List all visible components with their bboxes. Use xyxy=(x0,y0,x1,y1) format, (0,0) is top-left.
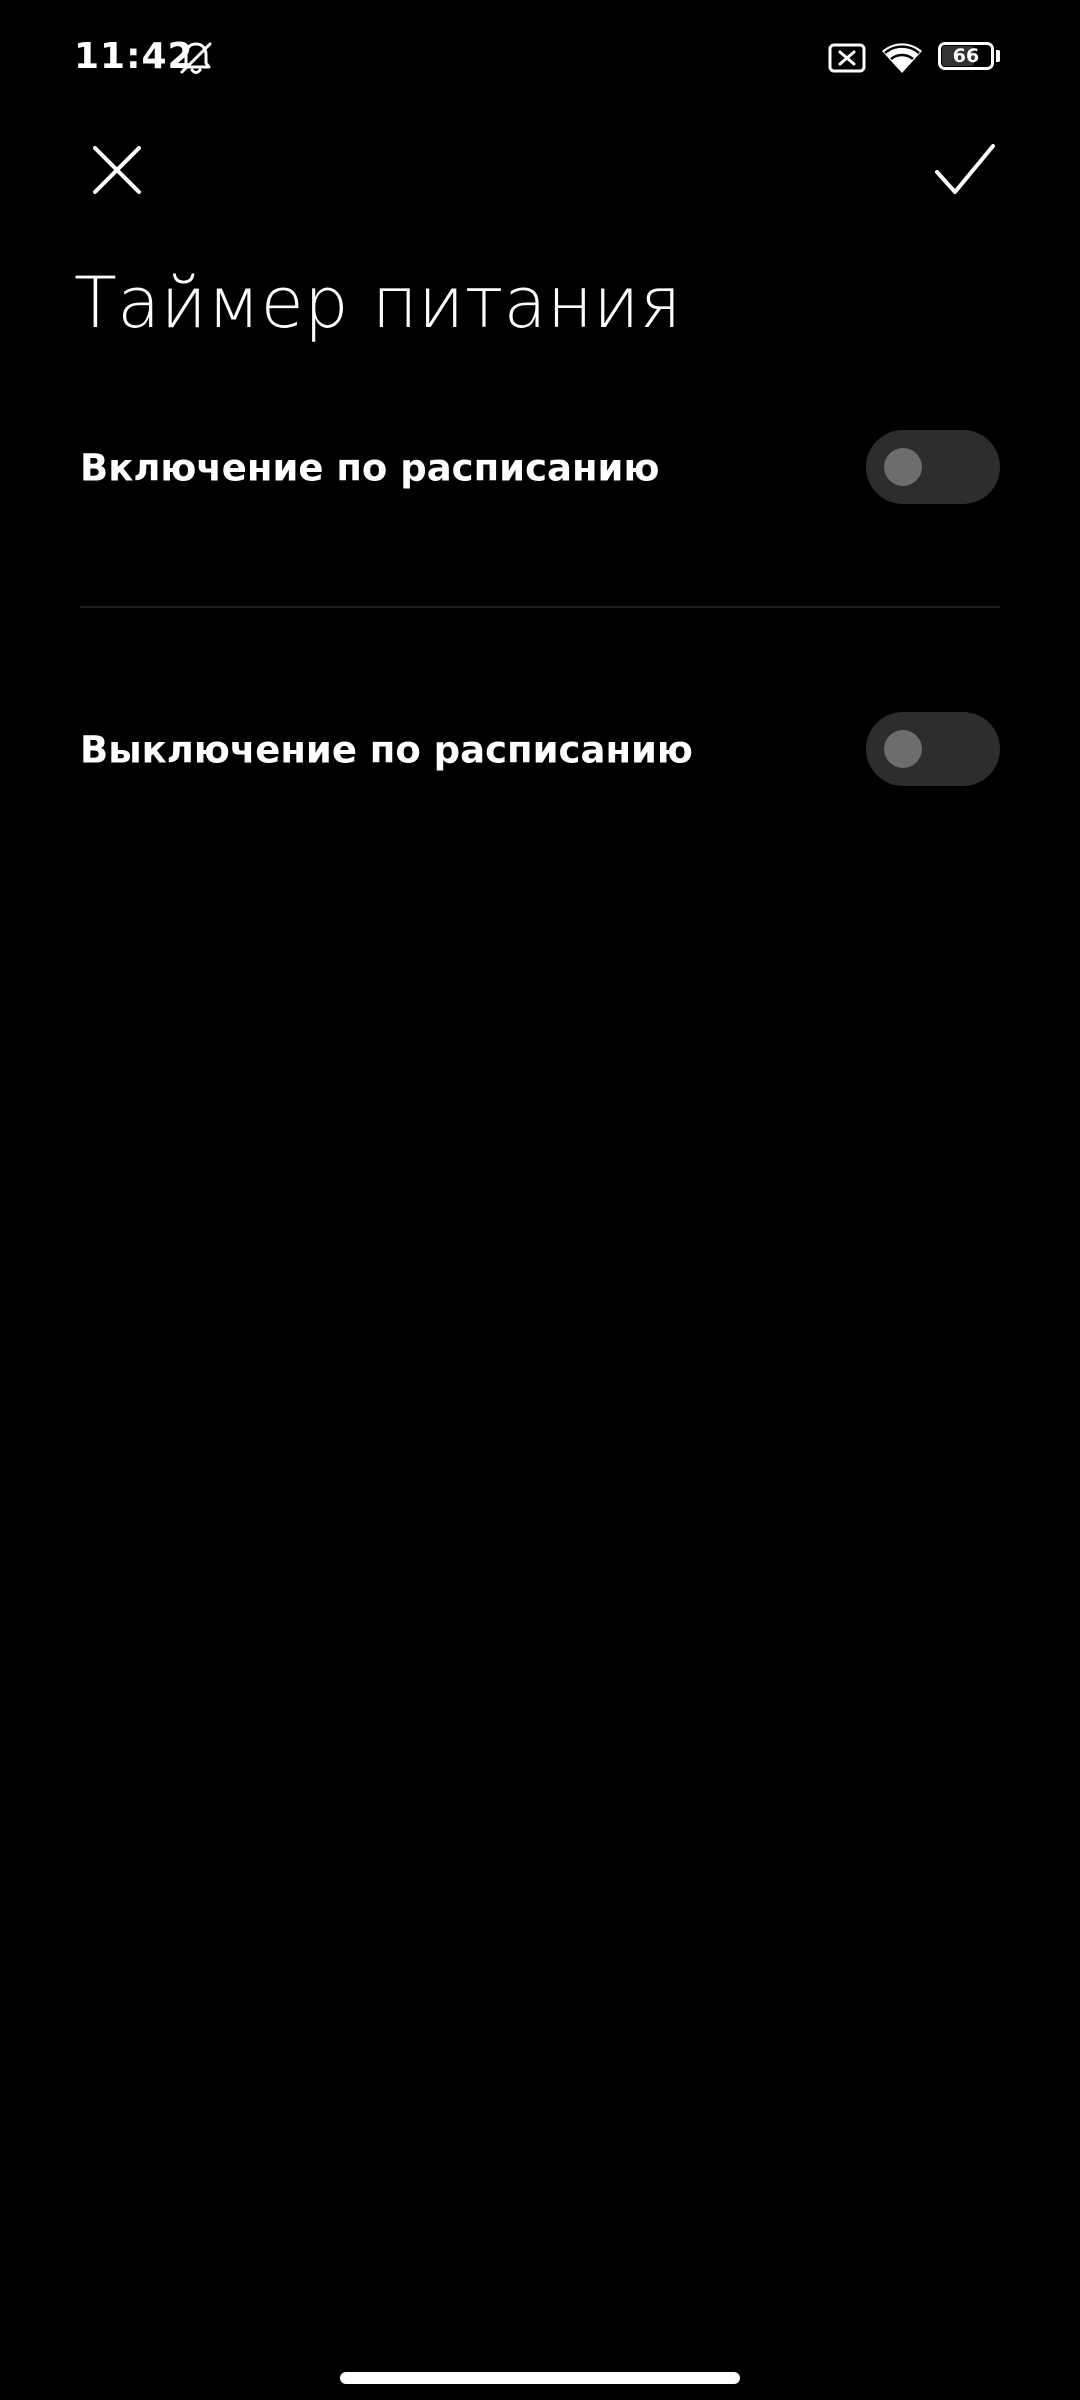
battery-icon: 66 xyxy=(938,42,1000,74)
page-title: Таймер питания xyxy=(74,262,682,344)
battery-level: 66 xyxy=(952,45,980,67)
screen: 11:42 66 Таймер питания Включение по рас… xyxy=(0,0,1080,2400)
scheduled-power-on-toggle[interactable] xyxy=(866,430,1000,504)
close-icon xyxy=(93,146,141,194)
setting-label: Включение по расписанию xyxy=(80,446,660,490)
setting-label: Выключение по расписанию xyxy=(80,728,693,772)
toggle-knob xyxy=(884,448,922,486)
setting-row-scheduled-power-off[interactable]: Выключение по расписанию xyxy=(0,670,1080,830)
battery-cap xyxy=(996,50,1000,62)
bell-off-icon xyxy=(180,42,212,74)
checkmark-icon xyxy=(935,144,995,194)
close-button[interactable] xyxy=(72,125,162,215)
wifi-icon xyxy=(882,43,922,73)
home-indicator[interactable] xyxy=(340,2372,740,2384)
setting-row-scheduled-power-on[interactable]: Включение по расписанию xyxy=(0,388,1080,548)
status-bar: 11:42 66 xyxy=(0,0,1080,120)
confirm-button[interactable] xyxy=(920,125,1010,215)
sim-x-icon xyxy=(828,43,866,73)
toggle-knob xyxy=(884,730,922,768)
scheduled-power-off-toggle[interactable] xyxy=(866,712,1000,786)
divider xyxy=(80,606,1000,608)
